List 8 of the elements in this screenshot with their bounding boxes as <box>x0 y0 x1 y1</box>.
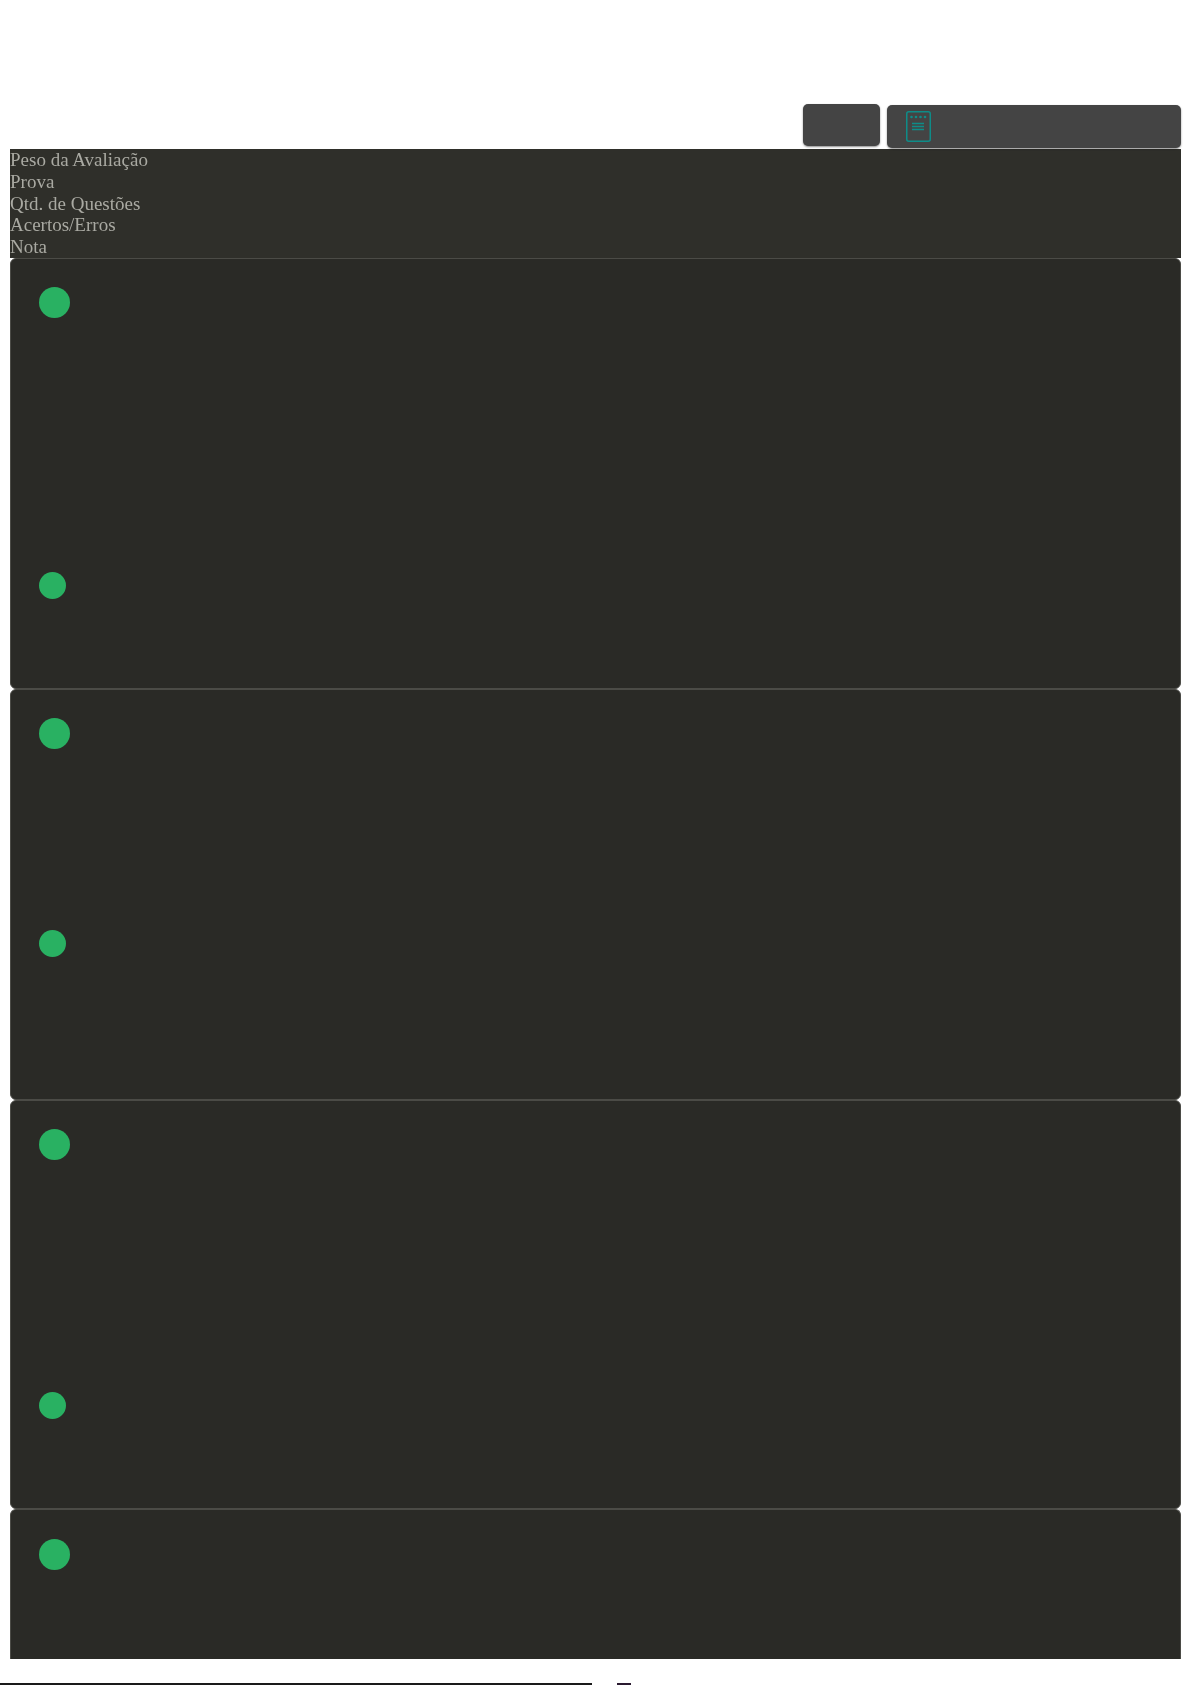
header-label: Prova <box>10 170 55 193</box>
header-label: Acertos/Erros <box>10 214 116 237</box>
header-label: Peso da Avaliação <box>10 149 148 171</box>
toolbar-button[interactable] <box>803 104 880 146</box>
notepad-icon <box>906 111 931 142</box>
header-label: Qtd. de Questões <box>10 192 141 215</box>
notepad-button[interactable] <box>887 105 1181 148</box>
header-label: Nota <box>10 236 47 258</box>
